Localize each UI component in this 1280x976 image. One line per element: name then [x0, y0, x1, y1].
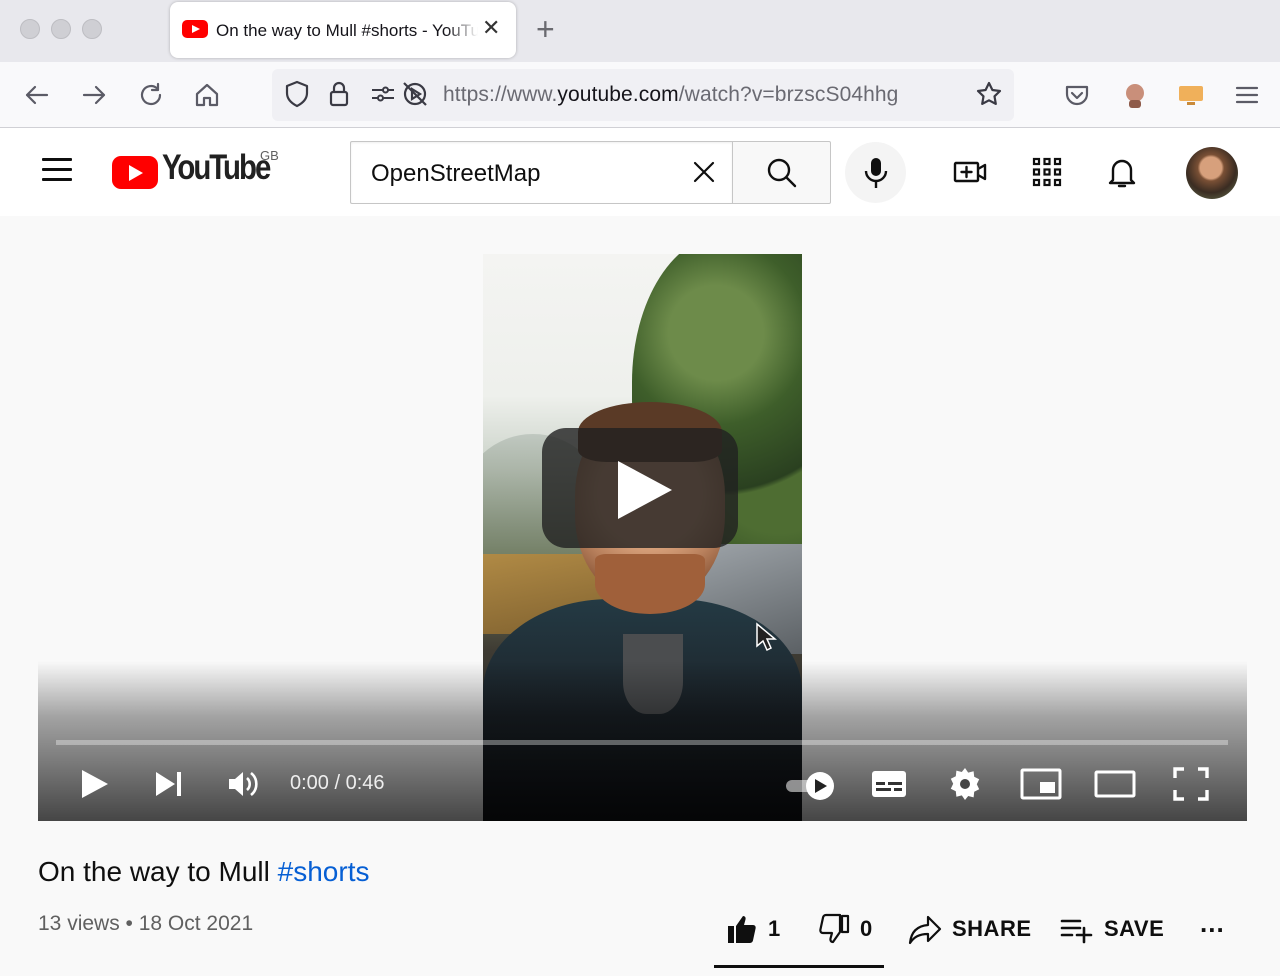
app-menu-icon[interactable] [1232, 80, 1262, 110]
apps-grid-icon[interactable] [1029, 154, 1065, 190]
video-title-text: On the way to Mull [38, 856, 278, 887]
new-tab-button[interactable]: + [536, 12, 555, 46]
video-title: On the way to Mull #shorts [38, 856, 369, 888]
window-minimize-button[interactable] [51, 19, 71, 39]
share-button[interactable]: SHARE [908, 912, 1032, 946]
play-icon[interactable] [78, 764, 112, 804]
like-button[interactable]: 1 [726, 912, 781, 946]
like-count: 1 [768, 916, 781, 941]
browser-tabstrip: On the way to Mull #shorts - YouTube ✕ + [0, 0, 1280, 62]
back-arrow-icon[interactable] [22, 80, 52, 110]
save-label: SAVE [1104, 916, 1165, 941]
voice-search-button[interactable] [845, 142, 906, 203]
search-query[interactable]: OpenStreetMap [371, 160, 540, 188]
notifications-bell-icon[interactable] [1104, 154, 1140, 190]
share-arrow-icon [908, 915, 942, 945]
microphone-icon [864, 158, 888, 188]
search-icon [767, 158, 797, 188]
search-button[interactable] [732, 141, 831, 204]
bookmark-star-icon[interactable] [974, 79, 1004, 109]
reload-icon[interactable] [136, 80, 166, 110]
thumbs-up-icon [728, 916, 756, 943]
save-button[interactable]: SAVE [1060, 912, 1164, 946]
home-icon[interactable] [192, 80, 222, 110]
autoplay-blocked-icon[interactable] [400, 79, 430, 109]
next-video-icon[interactable] [152, 764, 186, 804]
video-player[interactable]: 0:00 / 0:46 [38, 216, 1247, 821]
guide-menu-icon[interactable] [42, 158, 72, 188]
clear-search-icon[interactable] [689, 157, 719, 187]
theater-mode-icon[interactable] [1094, 764, 1136, 804]
search-input[interactable]: OpenStreetMap [350, 141, 732, 204]
tab-close-icon[interactable]: ✕ [482, 16, 500, 40]
lock-icon[interactable] [324, 79, 354, 109]
share-label: SHARE [952, 916, 1032, 941]
more-actions-icon: ... [1200, 907, 1225, 938]
autoplay-toggle[interactable] [784, 768, 840, 804]
youtube-favicon-icon [182, 20, 208, 38]
large-play-button[interactable] [542, 428, 738, 548]
time-display: 0:00 / 0:46 [290, 772, 385, 794]
subtitles-icon[interactable] [870, 764, 908, 804]
video-person-beard [595, 554, 705, 614]
hashtag-link[interactable]: #shorts [278, 856, 370, 887]
dislike-count: 0 [860, 916, 873, 941]
settings-gear-icon[interactable] [946, 764, 984, 804]
window-zoom-button[interactable] [82, 19, 102, 39]
address-bar[interactable]: https://www.youtube.com/watch?v=brzscS04… [272, 69, 1014, 121]
account-avatar[interactable] [1186, 147, 1238, 199]
fullscreen-icon[interactable] [1172, 764, 1210, 804]
youtube-logo-text[interactable]: YouTube [162, 148, 271, 188]
thumbs-down-icon [819, 913, 850, 944]
tab-title: On the way to Mull #shorts - YouTube [216, 21, 478, 40]
browser-navbar: https://www.youtube.com/watch?v=brzscS04… [0, 62, 1280, 128]
progress-bar[interactable] [56, 740, 1228, 745]
country-code: GB [260, 148, 279, 163]
extension-screen-icon[interactable] [1176, 80, 1206, 110]
sentiment-bar [714, 965, 884, 968]
pocket-icon[interactable] [1062, 80, 1092, 110]
youtube-logo-icon[interactable] [112, 156, 158, 189]
forward-arrow-icon[interactable] [79, 80, 109, 110]
mouse-cursor-icon [756, 622, 777, 652]
browser-tab-active[interactable]: On the way to Mull #shorts - YouTube ✕ [170, 2, 516, 58]
dislike-button[interactable]: 0 [818, 912, 873, 946]
permissions-icon[interactable] [368, 79, 398, 109]
window-close-button[interactable] [20, 19, 40, 39]
url-text[interactable]: https://www.youtube.com/watch?v=brzscS04… [443, 83, 898, 107]
video-meta: 13 views • 18 Oct 2021 [38, 912, 254, 935]
miniplayer-icon[interactable] [1020, 764, 1062, 804]
create-video-icon[interactable] [952, 154, 988, 190]
extension-avatar-icon[interactable] [1120, 80, 1150, 110]
more-actions-button[interactable]: ... [1200, 906, 1225, 940]
add-to-playlist-icon [1060, 919, 1093, 944]
volume-icon[interactable] [226, 764, 260, 804]
tracking-shield-icon[interactable] [282, 79, 312, 109]
youtube-masthead: YouTube GB OpenStreetMap [0, 128, 1280, 216]
